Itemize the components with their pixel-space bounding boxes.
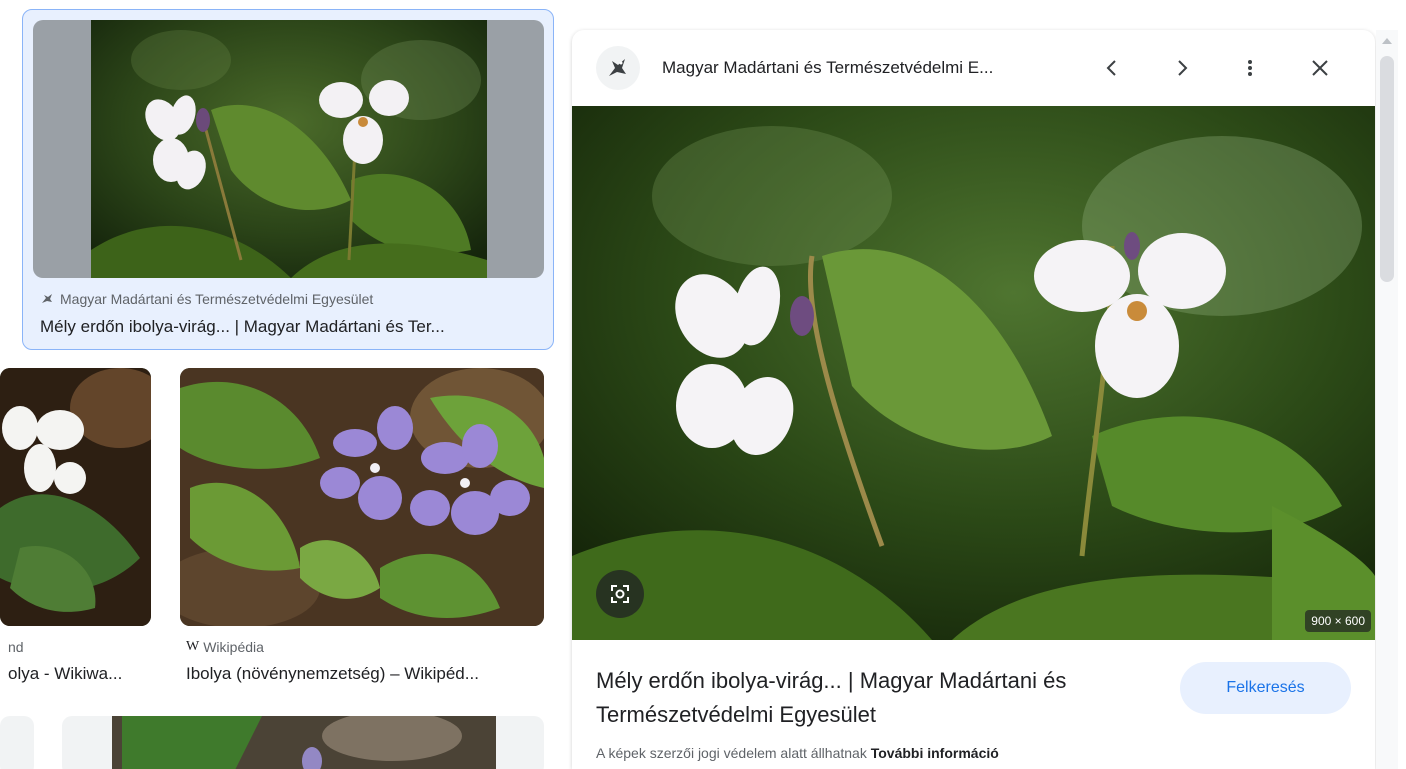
preview-site-name[interactable]: Magyar Madártani és Természetvédelmi E..… (662, 58, 993, 78)
more-info-link[interactable]: További információ (871, 745, 999, 761)
chevron-right-icon (1178, 60, 1188, 76)
scrollbar-thumb[interactable] (1380, 56, 1394, 282)
next-button[interactable] (1164, 50, 1200, 86)
lens-icon (611, 585, 629, 603)
selected-result-card[interactable]: Magyar Madártani és Természetvédelmi Egy… (22, 9, 554, 350)
selected-result-source: Magyar Madártani és Természetvédelmi Egy… (40, 291, 373, 307)
result-source-1: nd (8, 639, 24, 655)
copyright-text: A képek szerzői jogi védelem alatt állha… (596, 745, 867, 761)
image-preview-panel: Magyar Madártani és Természetvédelmi E..… (572, 30, 1375, 769)
close-icon (1312, 60, 1328, 76)
result-title-2[interactable]: Ibolya (növénynemzetség) – Wikipéd... (186, 664, 546, 684)
close-button[interactable] (1302, 50, 1338, 86)
selected-result-thumbnail[interactable] (33, 20, 544, 278)
preview-header: Magyar Madártani és Természetvédelmi E..… (572, 30, 1375, 106)
purple-violet-photo (180, 368, 544, 626)
scroll-up-arrow[interactable] (1382, 38, 1392, 44)
preview-title[interactable]: Mély erdőn ibolya-virág... | Magyar Madá… (596, 664, 1156, 732)
selected-result-title[interactable]: Mély erdőn ibolya-virág... | Magyar Madá… (40, 317, 540, 337)
preview-image[interactable] (572, 106, 1375, 640)
result-thumbnail-3[interactable] (0, 716, 34, 769)
visit-button[interactable]: Felkeresés (1180, 662, 1351, 714)
violet-photo-partial (112, 716, 496, 769)
google-lens-button[interactable] (596, 570, 644, 618)
previous-button[interactable] (1094, 50, 1130, 86)
white-violet-closeup-photo (0, 368, 151, 626)
white-violet-large-photo (572, 106, 1375, 640)
result-thumbnail-4[interactable] (62, 716, 544, 769)
site-logo[interactable] (596, 46, 640, 90)
more-options-button[interactable] (1232, 50, 1268, 86)
chevron-left-icon (1106, 60, 1116, 76)
result-source-2-text: Wikipédia (203, 639, 264, 655)
result-thumbnail-1[interactable] (0, 368, 151, 626)
copyright-notice: A képek szerzői jogi védelem alatt állha… (596, 745, 999, 761)
white-violet-photo (91, 20, 487, 278)
more-vert-icon (1248, 60, 1252, 76)
result-source-2: W Wikipédia (186, 639, 264, 655)
page-scrollbar[interactable] (1376, 30, 1398, 769)
result-title-1[interactable]: olya - Wikiwa... (8, 664, 148, 684)
wikipedia-icon: W (186, 639, 200, 654)
image-dimensions-badge: 900 × 600 (1305, 610, 1371, 632)
bird-logo-icon (609, 59, 626, 76)
bird-logo-icon (42, 294, 52, 303)
result-thumbnail-2[interactable] (180, 368, 544, 626)
selected-result-source-text: Magyar Madártani és Természetvédelmi Egy… (60, 291, 374, 307)
